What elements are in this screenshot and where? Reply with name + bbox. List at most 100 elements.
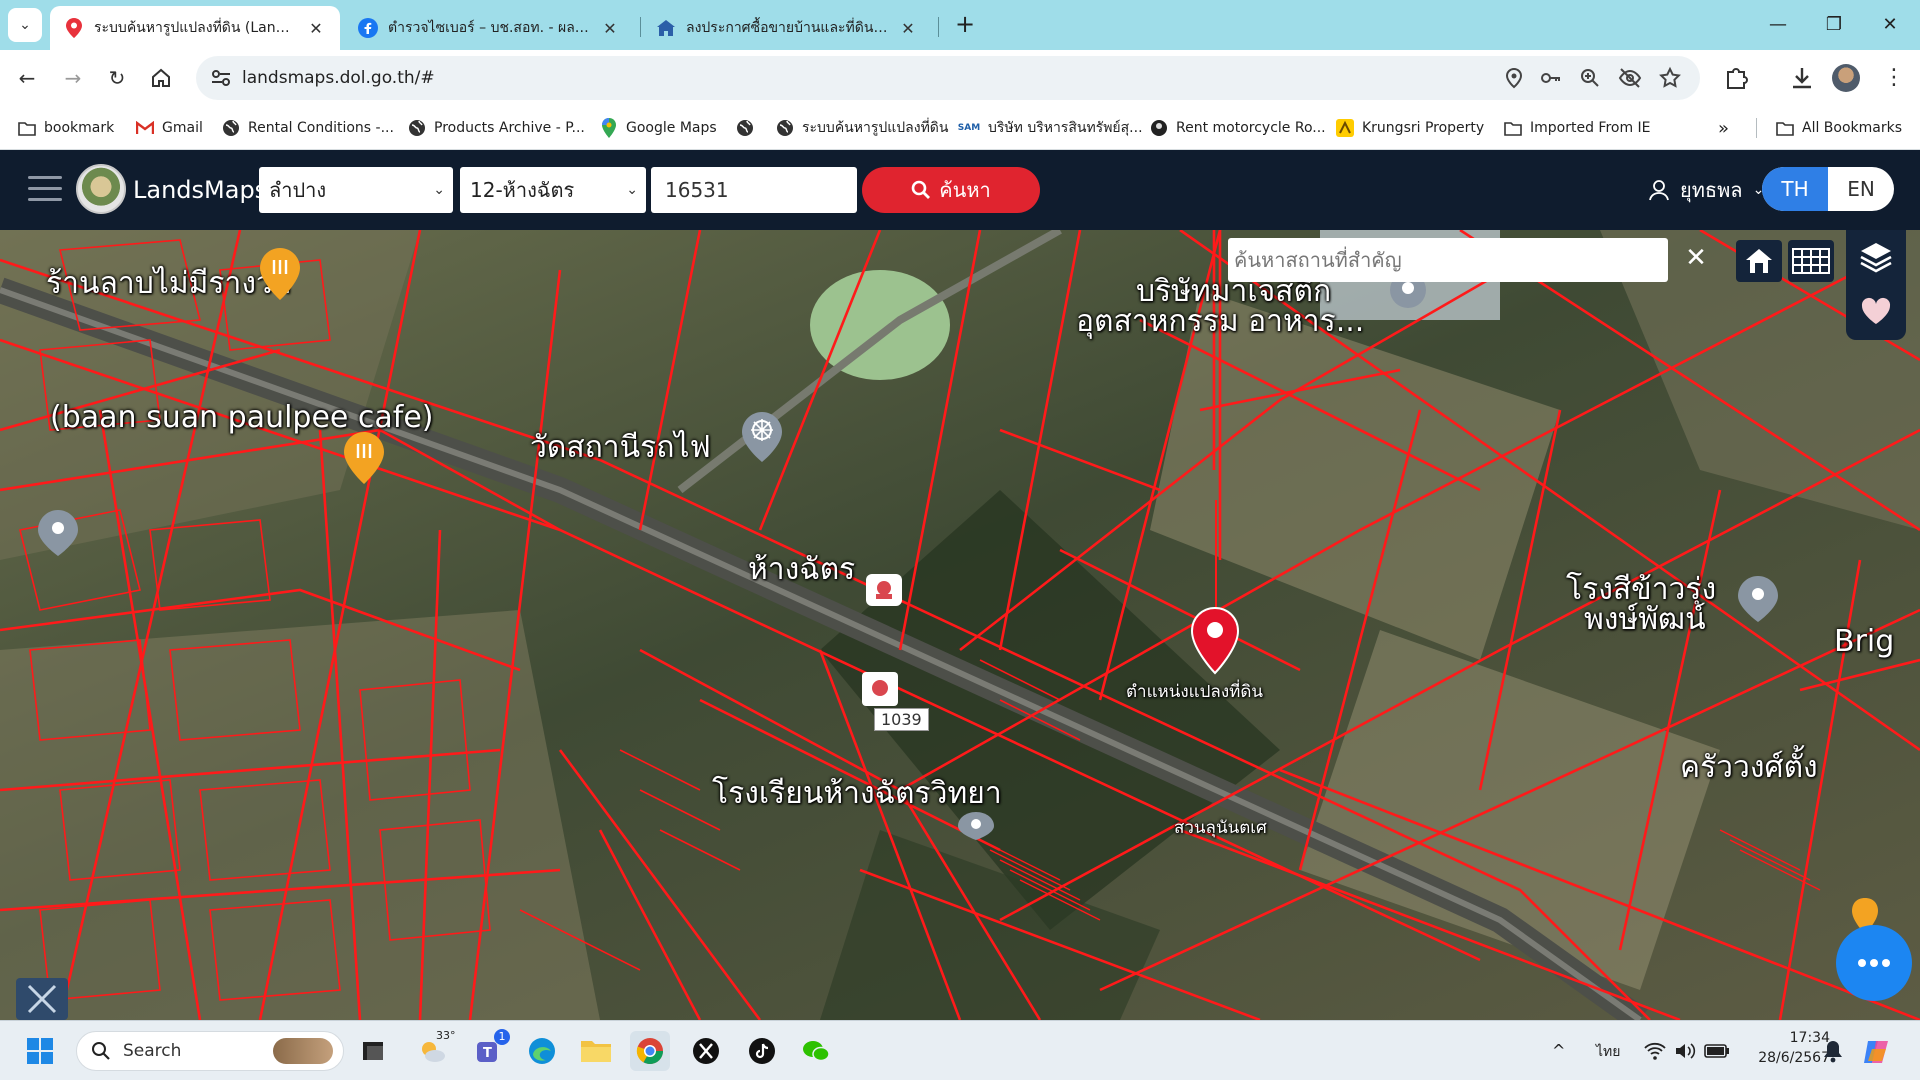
extensions-icon[interactable]	[1722, 64, 1750, 92]
tab-landsmaps[interactable]: ระบบค้นหารูปแปลงที่ดิน (LandsMaps) ✕	[50, 6, 340, 50]
layers-icon[interactable]	[1859, 240, 1893, 274]
heart-icon[interactable]	[1860, 296, 1892, 326]
bookmark-label: Krungsri Property	[1362, 120, 1485, 136]
copilot-icon[interactable]	[1862, 1037, 1892, 1067]
forward-button[interactable]: →	[58, 63, 88, 93]
zoom-icon[interactable]	[1578, 66, 1602, 90]
bookmarks-overflow-button[interactable]: »	[1718, 106, 1729, 150]
notification-bell-icon[interactable]	[1822, 1039, 1844, 1063]
bus-poi-icon[interactable]	[860, 670, 900, 710]
map-canvas[interactable]: ร้านลาบไม่มีรางวัล (baan suan paulpee ca…	[0, 230, 1920, 1020]
minimize-button[interactable]: —	[1758, 10, 1798, 40]
close-window-button[interactable]: ✕	[1870, 10, 1910, 40]
bookmark-item[interactable]: Gmail	[136, 106, 203, 150]
star-icon[interactable]	[1658, 66, 1682, 90]
taskbar-search-box[interactable]: Search	[76, 1031, 344, 1071]
bookmark-item[interactable]: Products Archive - P...	[408, 106, 585, 150]
place-poi-icon[interactable]	[36, 508, 80, 558]
new-tab-button[interactable]: +	[950, 10, 980, 40]
x-app[interactable]	[686, 1031, 726, 1071]
bookmark-item[interactable]: SAM บริษัท บริหารสินทรัพย์สุ...	[958, 106, 1143, 150]
site-info-icon[interactable]	[210, 68, 232, 88]
chevron-down-icon: ⌄	[626, 182, 638, 198]
province-select[interactable]: ลำปาง ⌄	[259, 167, 453, 213]
bookmark-item[interactable]: Google Maps	[600, 106, 717, 150]
district-select[interactable]: 12-ห้างฉัตร ⌄	[460, 167, 646, 213]
volume-icon[interactable]	[1674, 1041, 1696, 1061]
x-twitter-icon	[693, 1038, 719, 1064]
input-language[interactable]: ไทย	[1596, 1041, 1620, 1063]
wifi-icon[interactable]	[1644, 1041, 1666, 1061]
all-bookmarks-button[interactable]: All Bookmarks	[1776, 106, 1902, 150]
tray-overflow-icon[interactable]: ^	[1552, 1041, 1565, 1060]
grid-view-button[interactable]	[1788, 240, 1834, 282]
place-search-input[interactable]: ค้นหาสถานที่สำคัญ	[1228, 238, 1668, 282]
temple-poi-icon[interactable]	[740, 410, 784, 464]
download-icon[interactable]	[1788, 64, 1816, 92]
key-icon[interactable]	[1538, 66, 1562, 90]
more-menu-icon[interactable]: ⋮	[1880, 64, 1908, 92]
hamburger-menu-icon[interactable]	[28, 176, 62, 204]
start-button[interactable]	[20, 1031, 60, 1071]
tab-title: ลงประกาศซื้อขายบ้านและที่ดินฟรี! | ที่ดิ…	[686, 20, 890, 36]
map-tools-button[interactable]	[16, 978, 68, 1020]
google-maps-icon	[600, 118, 618, 138]
bookmark-item[interactable]: Rent motorcycle Ro...	[1150, 106, 1326, 150]
home-button[interactable]	[146, 63, 176, 93]
rice-mill-poi-icon[interactable]	[1736, 574, 1780, 624]
school-poi-icon[interactable]	[956, 810, 996, 842]
bookmark-item[interactable]: Rental Conditions -...	[222, 106, 394, 150]
location-icon[interactable]	[1502, 66, 1526, 90]
tab-title: ระบบค้นหารูปแปลงที่ดิน (LandsMaps)	[94, 20, 298, 36]
language-toggle[interactable]: TH EN	[1762, 167, 1894, 211]
restore-button[interactable]: ❐	[1814, 10, 1854, 40]
file-explorer-app[interactable]	[576, 1031, 616, 1071]
back-button[interactable]: ←	[12, 63, 42, 93]
globe-icon	[776, 119, 794, 137]
teams-app[interactable]: T 1	[470, 1029, 510, 1071]
edge-icon	[529, 1038, 555, 1064]
chrome-app[interactable]	[630, 1031, 670, 1071]
lang-th-button[interactable]: TH	[1762, 167, 1828, 211]
home-view-button[interactable]	[1736, 240, 1782, 282]
bookmark-item[interactable]: ระบบค้นหารูปแปลงที่ดิน	[776, 106, 948, 150]
tab-search-button[interactable]: ⌄	[8, 8, 42, 42]
close-icon[interactable]: ✕	[600, 19, 620, 38]
bookmark-item[interactable]: Imported From IE	[1504, 106, 1651, 150]
url-text[interactable]: landsmaps.dol.go.th/#	[242, 56, 435, 100]
tiktok-app[interactable]	[742, 1031, 782, 1071]
lang-en-button[interactable]: EN	[1828, 167, 1894, 211]
facebook-icon	[358, 18, 378, 38]
globe-icon	[408, 119, 426, 137]
profile-avatar[interactable]	[1832, 64, 1860, 92]
place-search-clear-button[interactable]: ✕	[1678, 240, 1714, 276]
more-actions-button[interactable]	[1836, 925, 1912, 1001]
tab-facebook[interactable]: ตำรวจไซเบอร์ – บช.สอท. - ผลการค้นหา ✕	[344, 6, 634, 50]
hangchat-poi-icon[interactable]	[864, 572, 904, 608]
close-icon[interactable]: ✕	[306, 19, 326, 38]
task-view-button[interactable]	[354, 1031, 394, 1071]
task-view-icon	[363, 1042, 383, 1060]
parcel-number-input[interactable]: 16531	[651, 167, 857, 213]
close-icon[interactable]: ✕	[898, 19, 918, 38]
parcel-location-marker-icon[interactable]	[1190, 606, 1240, 676]
search-highlight-icon	[273, 1038, 333, 1064]
search-button[interactable]: ค้นหา	[862, 167, 1040, 213]
eye-off-icon[interactable]	[1618, 66, 1642, 90]
map-label-rice-mill-2: พงษ์พัฒน์	[1584, 602, 1706, 637]
bookmark-item[interactable]: bookmark	[18, 106, 114, 150]
reload-button[interactable]: ↻	[102, 63, 132, 93]
user-name: ยุทธพล	[1680, 178, 1743, 202]
weather-widget[interactable]: 33°	[412, 1029, 456, 1071]
edge-app[interactable]	[522, 1031, 562, 1071]
tab-property[interactable]: ลงประกาศซื้อขายบ้านและที่ดินฟรี! | ที่ดิ…	[642, 6, 932, 50]
restaurant-poi-icon[interactable]	[258, 246, 302, 302]
bookmark-item[interactable]: Krungsri Property	[1336, 106, 1484, 150]
wechat-app[interactable]	[796, 1031, 836, 1071]
user-menu[interactable]: ยุทธพล ⌄	[1648, 150, 1764, 230]
clock-date[interactable]: 28/6/2567	[1756, 1050, 1830, 1066]
cafe-poi-icon[interactable]	[342, 430, 386, 486]
battery-icon[interactable]	[1704, 1043, 1730, 1059]
address-bar[interactable]: landsmaps.dol.go.th/#	[196, 56, 1700, 100]
bookmark-item[interactable]	[736, 106, 762, 150]
